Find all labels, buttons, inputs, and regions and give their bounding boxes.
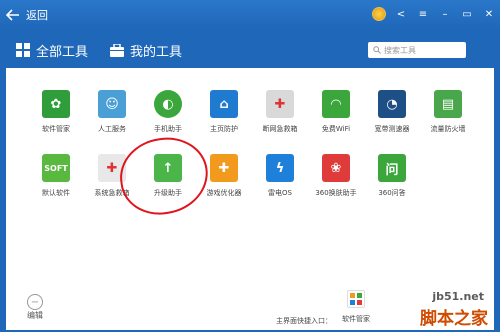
tool-firewall[interactable]: ▤ 流量防火墙 (422, 90, 474, 150)
software-manager-icon: ✿ (42, 90, 70, 118)
tool-label: 360问答 (378, 189, 406, 197)
edit-button[interactable]: − 编辑 (20, 294, 50, 321)
home-protect-icon: ⌂ (210, 90, 238, 118)
header: 全部工具 我的工具 搜索工具 (0, 30, 500, 68)
tab-all-label: 全部工具 (36, 44, 89, 60)
tool-free-wifi[interactable]: ◠ 免费WiFi (310, 90, 362, 150)
medal-icon[interactable] (372, 7, 386, 21)
tool-label: 默认软件 (42, 189, 70, 197)
menu-icon[interactable]: ≡ (416, 7, 430, 21)
game-optimizer-icon: ✚ (210, 154, 238, 182)
tool-thunder-os[interactable]: ϟ 雷电OS (254, 154, 306, 214)
back-button[interactable]: 返回 (6, 6, 60, 24)
phone-assistant-icon: ◐ (154, 90, 182, 118)
minus-icon: − (27, 294, 43, 310)
briefcase-icon (110, 43, 124, 57)
manager-label: 软件管家 (342, 315, 370, 323)
tab-mine-label: 我的工具 (130, 44, 183, 60)
tool-skin[interactable]: ❀ 360换肤助手 (310, 154, 362, 214)
tool-speedtest[interactable]: ◔ 宽带测速器 (366, 90, 418, 150)
watermark: jb51.net 脚本之家 (390, 290, 494, 330)
tool-network-aid[interactable]: ✚ 断网急救箱 (254, 90, 306, 150)
tab-my-tools[interactable]: 我的工具 (110, 40, 182, 60)
grid-icon (16, 43, 30, 57)
edit-label: 编辑 (27, 311, 43, 320)
tool-label: 游戏优化器 (206, 189, 242, 197)
firewall-icon: ▤ (434, 90, 462, 118)
tool-label: 手机助手 (154, 125, 182, 133)
tool-label: 人工服务 (98, 125, 126, 133)
speedtest-icon: ◔ (378, 90, 406, 118)
title-bar: 返回 < ≡ – ▭ ✕ (0, 0, 500, 30)
tool-label: 免费WiFi (321, 125, 351, 133)
search-placeholder: 搜索工具 (384, 45, 416, 55)
tool-label: 流量防火墙 (430, 125, 466, 133)
skin-icon: ❀ (322, 154, 350, 182)
minimize-icon[interactable]: – (438, 7, 452, 21)
qa-icon: 问 (378, 154, 406, 182)
wifi-icon: ◠ (322, 90, 350, 118)
tool-software-manager[interactable]: ✿ 软件管家 (30, 90, 82, 150)
thunder-os-icon: ϟ (266, 154, 294, 182)
tool-home-protect[interactable]: ⌂ 主页防护 (198, 90, 250, 150)
tool-label: 断网急救箱 (262, 125, 298, 133)
tool-label: 软件管家 (42, 125, 70, 133)
tool-qa[interactable]: 问 360问答 (366, 154, 418, 214)
shortcut-software-manager[interactable]: 软件管家 (336, 290, 376, 324)
tool-label: 雷电OS (268, 189, 292, 197)
restore-icon[interactable]: ▭ (460, 7, 474, 21)
tool-default-software[interactable]: SOFT 默认软件 (30, 154, 82, 214)
default-software-icon: SOFT (42, 154, 70, 182)
tool-label: 主页防护 (210, 125, 238, 133)
window-controls: < ≡ – ▭ ✕ (372, 5, 496, 23)
software-manager-icon (347, 290, 365, 308)
shortcut-label: 主界面快捷入口： (276, 317, 332, 325)
network-aid-icon: ✚ (266, 90, 294, 118)
share-icon[interactable]: < (394, 7, 408, 21)
tool-label: 宽带测速器 (374, 125, 410, 133)
tool-label: 360换肤助手 (315, 189, 357, 197)
tool-human-service[interactable]: ☺ 人工服务 (86, 90, 138, 150)
human-service-icon: ☺ (98, 90, 126, 118)
watermark-line1: jb51.net (432, 290, 484, 303)
back-label: 返回 (26, 9, 48, 22)
back-arrow-icon (6, 9, 19, 21)
close-icon[interactable]: ✕ (482, 7, 496, 21)
search-input[interactable]: 搜索工具 (368, 42, 466, 58)
tab-all-tools[interactable]: 全部工具 (16, 40, 88, 60)
watermark-line2: 脚本之家 (420, 309, 488, 329)
search-icon (373, 46, 381, 54)
